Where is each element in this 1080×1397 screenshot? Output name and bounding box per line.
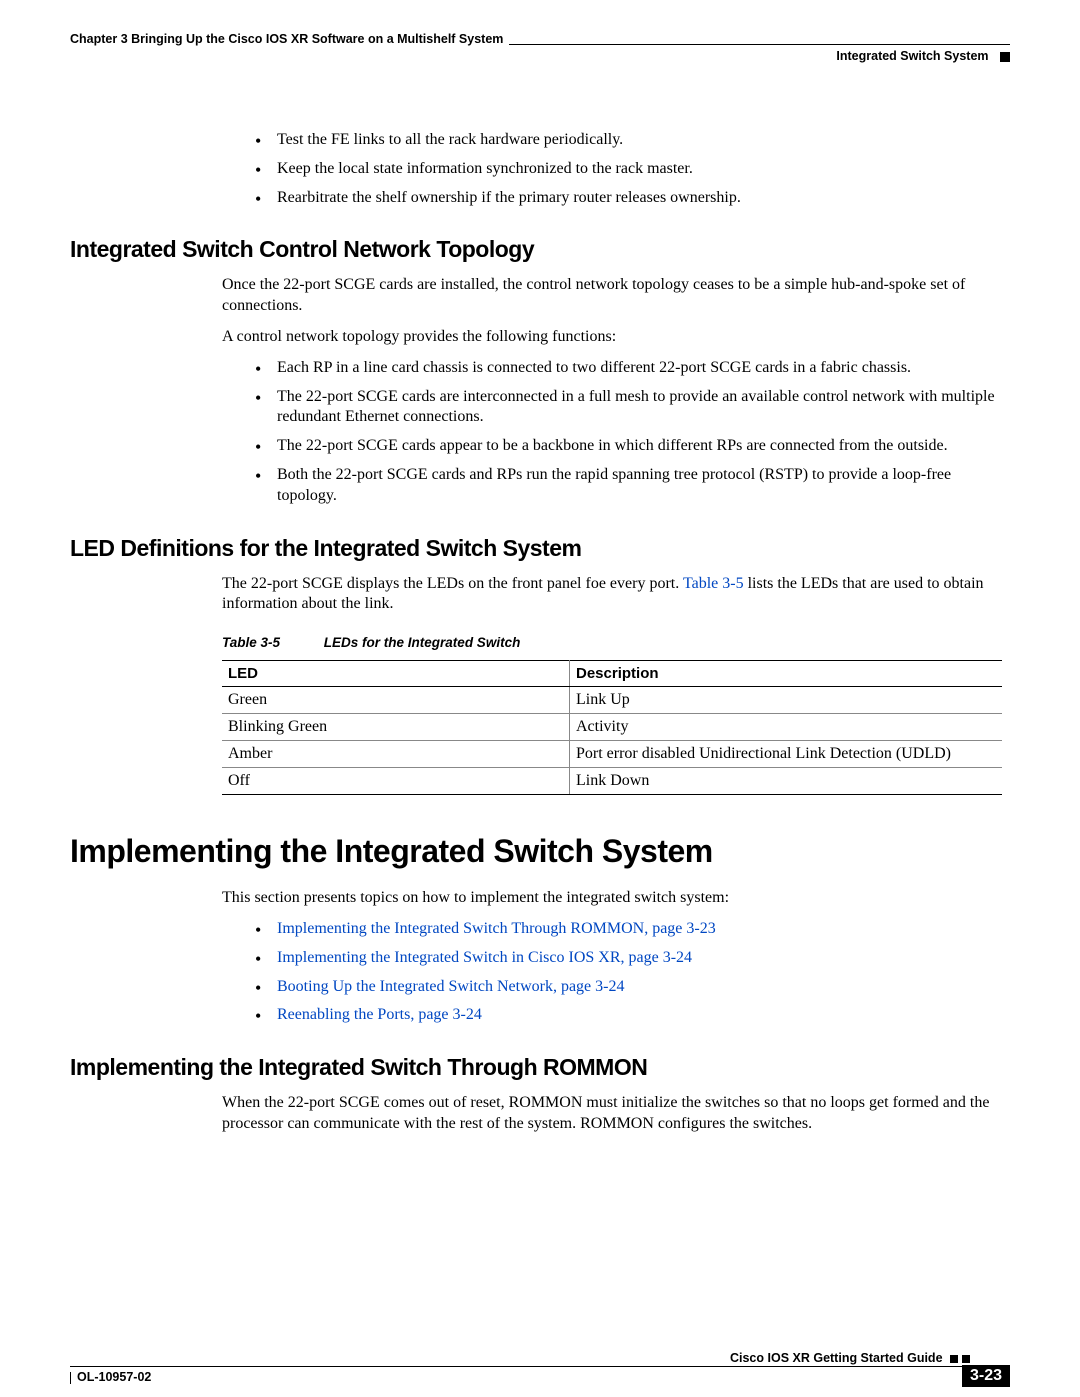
table-header-desc: Description [570, 661, 1003, 687]
table-caption-title: LEDs for the Integrated Switch [324, 635, 521, 650]
list-item: Implementing the Integrated Switch Throu… [255, 919, 1010, 940]
list-item: Both the 22-port SCGE cards and RPs run … [255, 465, 1010, 507]
list-item: Booting Up the Integrated Switch Network… [255, 977, 1010, 998]
list-item: Reenabling the Ports, page 3-24 [255, 1005, 1010, 1026]
heading-rommon: Implementing the Integrated Switch Throu… [70, 1054, 1010, 1081]
intro-bullet-list: Test the FE links to all the rack hardwa… [70, 130, 1010, 208]
table-row: Green Link Up [222, 687, 1002, 714]
footer-vline-icon [70, 1372, 71, 1384]
body-text: This section presents topics on how to i… [222, 888, 1010, 909]
xref-link[interactable]: Implementing the Integrated Switch Throu… [277, 920, 716, 937]
heading-implementing: Implementing the Integrated Switch Syste… [70, 833, 1010, 870]
body-text: Once the 22-port SCGE cards are installe… [222, 275, 1010, 317]
page-content: Test the FE links to all the rack hardwa… [70, 70, 1010, 1135]
footer-square-icon [962, 1355, 970, 1363]
table-row: Off Link Down [222, 768, 1002, 795]
heading-topology: Integrated Switch Control Network Topolo… [70, 236, 1010, 263]
list-item: The 22-port SCGE cards are interconnecte… [255, 387, 1010, 429]
table-row: Blinking Green Activity [222, 714, 1002, 741]
xref-link[interactable]: Booting Up the Integrated Switch Network… [277, 978, 624, 995]
list-item: Rearbitrate the shelf ownership if the p… [255, 188, 1010, 209]
xref-link[interactable]: Implementing the Integrated Switch in Ci… [277, 949, 692, 966]
page-number: 3-23 [962, 1365, 1010, 1387]
header-section-text: Integrated Switch System [830, 49, 1010, 63]
footer-guide-label: Cisco IOS XR Getting Started Guide [730, 1351, 943, 1365]
header-square-icon [1000, 52, 1010, 62]
impl-link-list: Implementing the Integrated Switch Throu… [70, 919, 1010, 1026]
header-section-label: Integrated Switch System [836, 49, 988, 63]
topology-bullet-list: Each RP in a line card chassis is connec… [70, 358, 1010, 507]
header-chapter-text: Chapter 3 Bringing Up the Cisco IOS XR S… [70, 32, 509, 46]
table-caption: Table 3-5 LEDs for the Integrated Switch [222, 635, 1010, 650]
list-item: Implementing the Integrated Switch in Ci… [255, 948, 1010, 969]
body-text: When the 22-port SCGE comes out of reset… [222, 1093, 1010, 1135]
table-row: Amber Port error disabled Unidirectional… [222, 741, 1002, 768]
xref-link[interactable]: Reenabling the Ports, page 3-24 [277, 1006, 482, 1023]
footer-guide-text: Cisco IOS XR Getting Started Guide [724, 1351, 970, 1365]
led-table: LED Description Green Link Up Blinking G… [222, 660, 1002, 795]
list-item: Test the FE links to all the rack hardwa… [255, 130, 1010, 151]
cell-desc: Link Up [570, 687, 1003, 714]
list-item: Keep the local state information synchro… [255, 159, 1010, 180]
page-header: Chapter 3 Bringing Up the Cisco IOS XR S… [70, 30, 1010, 70]
cell-desc: Link Down [570, 768, 1003, 795]
cell-led: Off [222, 768, 570, 795]
cell-desc: Activity [570, 714, 1003, 741]
body-text: The 22-port SCGE displays the LEDs on th… [222, 574, 1010, 616]
body-text: A control network topology provides the … [222, 327, 1010, 348]
footer-doc-label: OL-10957-02 [77, 1370, 151, 1384]
list-item: The 22-port SCGE cards appear to be a ba… [255, 436, 1010, 457]
footer-rule: Cisco IOS XR Getting Started Guide 3-23 … [70, 1366, 1010, 1367]
heading-led: LED Definitions for the Integrated Switc… [70, 535, 1010, 562]
page-footer: Cisco IOS XR Getting Started Guide 3-23 … [70, 1366, 1010, 1367]
cell-desc: Port error disabled Unidirectional Link … [570, 741, 1003, 768]
footer-square-icon [950, 1355, 958, 1363]
cell-led: Green [222, 687, 570, 714]
footer-doc-number: OL-10957-02 [70, 1370, 151, 1384]
cell-led: Amber [222, 741, 570, 768]
table-header-led: LED [222, 661, 570, 687]
table-caption-num: Table 3-5 [222, 635, 280, 650]
table-ref-link[interactable]: Table 3-5 [683, 575, 744, 592]
list-item: Each RP in a line card chassis is connec… [255, 358, 1010, 379]
text-fragment: The 22-port SCGE displays the LEDs on th… [222, 575, 683, 592]
cell-led: Blinking Green [222, 714, 570, 741]
